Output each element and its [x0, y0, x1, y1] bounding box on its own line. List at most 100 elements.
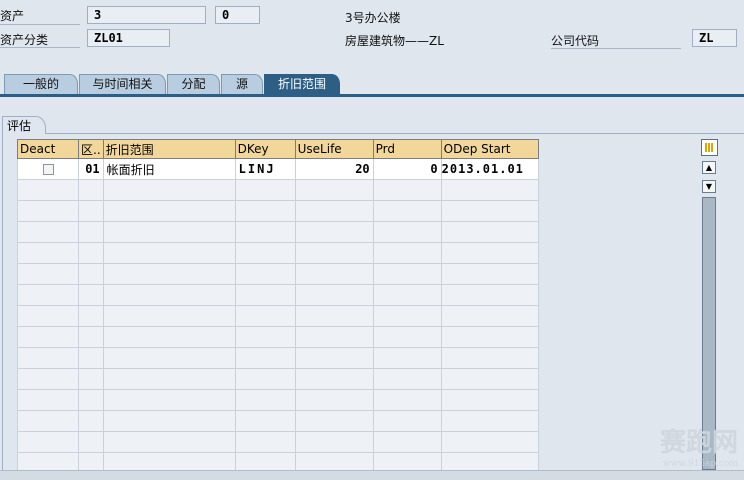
tab-depreciation-areas[interactable]: 折旧范围	[264, 74, 340, 94]
table-cell[interactable]	[372, 431, 442, 453]
table-row[interactable]	[17, 347, 539, 369]
table-cell[interactable]	[440, 389, 539, 411]
table-cell[interactable]	[372, 368, 442, 390]
table-cell[interactable]	[78, 221, 104, 243]
table-cell[interactable]	[294, 389, 374, 411]
table-cell[interactable]	[78, 326, 104, 348]
table-cell[interactable]	[17, 368, 79, 390]
table-cell[interactable]	[234, 410, 296, 432]
table-row[interactable]: 01 帐面折旧 LINJ 20 0 2013.01.01	[17, 158, 539, 180]
col-header-odep-start[interactable]: ODep Start	[440, 139, 539, 159]
table-cell[interactable]	[294, 221, 374, 243]
table-cell[interactable]	[440, 410, 539, 432]
table-cell[interactable]	[102, 221, 236, 243]
table-cell[interactable]	[78, 368, 104, 390]
table-cell[interactable]	[440, 431, 539, 453]
scroll-up-icon[interactable]: ▲	[702, 161, 716, 174]
table-cell[interactable]	[294, 263, 374, 285]
table-cell[interactable]	[372, 263, 442, 285]
table-cell[interactable]	[372, 179, 442, 201]
table-cell[interactable]	[234, 389, 296, 411]
table-row[interactable]	[17, 389, 539, 411]
deact-cell[interactable]	[17, 158, 79, 180]
col-header-dkey[interactable]: DKey	[234, 139, 296, 159]
table-cell[interactable]	[78, 431, 104, 453]
table-cell[interactable]	[102, 347, 236, 369]
table-row[interactable]	[17, 284, 539, 306]
company-code-field[interactable]: ZL	[692, 29, 737, 47]
prd-cell[interactable]: 0	[372, 158, 442, 180]
table-cell[interactable]	[372, 347, 442, 369]
table-cell[interactable]	[234, 179, 296, 201]
table-cell[interactable]	[234, 368, 296, 390]
table-cell[interactable]	[440, 242, 539, 264]
table-cell[interactable]	[102, 368, 236, 390]
table-cell[interactable]	[294, 410, 374, 432]
asset-class-field[interactable]: ZL01	[87, 29, 170, 47]
table-cell[interactable]	[102, 263, 236, 285]
dkey-cell[interactable]: LINJ	[234, 158, 296, 180]
table-cell[interactable]	[102, 410, 236, 432]
table-cell[interactable]	[17, 284, 79, 306]
table-cell[interactable]	[102, 326, 236, 348]
table-cell[interactable]	[78, 200, 104, 222]
tab-allocations[interactable]: 分配	[167, 74, 220, 94]
tab-origin[interactable]: 源	[221, 74, 263, 94]
table-cell[interactable]	[102, 284, 236, 306]
deact-checkbox[interactable]	[42, 164, 54, 175]
table-cell[interactable]	[372, 305, 442, 327]
table-cell[interactable]	[294, 179, 374, 201]
table-cell[interactable]	[234, 431, 296, 453]
table-cell[interactable]	[102, 389, 236, 411]
odep-start-cell[interactable]: 2013.01.01	[440, 158, 539, 180]
table-cell[interactable]	[102, 431, 236, 453]
table-cell[interactable]	[17, 263, 79, 285]
table-cell[interactable]	[102, 305, 236, 327]
table-cell[interactable]	[440, 263, 539, 285]
table-row[interactable]	[17, 221, 539, 243]
table-cell[interactable]	[234, 305, 296, 327]
asset-number-field[interactable]: 3	[87, 6, 206, 24]
table-cell[interactable]	[102, 179, 236, 201]
table-cell[interactable]	[294, 347, 374, 369]
table-row[interactable]	[17, 242, 539, 264]
col-header-deact[interactable]: Deact	[17, 139, 79, 159]
table-cell[interactable]	[17, 389, 79, 411]
table-cell[interactable]	[234, 326, 296, 348]
table-cell[interactable]	[78, 179, 104, 201]
table-cell[interactable]	[372, 284, 442, 306]
col-header-area[interactable]: 区..	[78, 139, 104, 159]
asset-subnumber-field[interactable]: 0	[215, 6, 260, 24]
tab-time-dependent[interactable]: 与时间相关	[79, 74, 166, 94]
table-cell[interactable]	[17, 347, 79, 369]
table-cell[interactable]	[17, 305, 79, 327]
table-row[interactable]	[17, 305, 539, 327]
table-cell[interactable]	[78, 284, 104, 306]
table-cell[interactable]	[372, 326, 442, 348]
table-cell[interactable]	[440, 326, 539, 348]
table-cell[interactable]	[440, 179, 539, 201]
table-cell[interactable]	[78, 410, 104, 432]
table-cell[interactable]	[17, 179, 79, 201]
col-header-uselife[interactable]: UseLife	[294, 139, 374, 159]
table-cell[interactable]	[440, 200, 539, 222]
table-cell[interactable]	[440, 221, 539, 243]
table-row[interactable]	[17, 179, 539, 201]
table-cell[interactable]	[440, 347, 539, 369]
table-cell[interactable]	[234, 347, 296, 369]
table-cell[interactable]	[234, 221, 296, 243]
col-header-area-name[interactable]: 折旧范围	[102, 139, 236, 159]
table-cell[interactable]	[294, 368, 374, 390]
table-cell[interactable]	[372, 200, 442, 222]
area-cell[interactable]: 01	[78, 158, 104, 180]
table-cell[interactable]	[234, 200, 296, 222]
table-config-icon[interactable]	[701, 139, 718, 156]
table-row[interactable]	[17, 326, 539, 348]
table-cell[interactable]	[372, 221, 442, 243]
table-cell[interactable]	[294, 284, 374, 306]
table-cell[interactable]	[102, 242, 236, 264]
table-cell[interactable]	[294, 431, 374, 453]
table-cell[interactable]	[234, 242, 296, 264]
scroll-down-icon[interactable]: ▼	[702, 180, 716, 193]
table-cell[interactable]	[294, 326, 374, 348]
